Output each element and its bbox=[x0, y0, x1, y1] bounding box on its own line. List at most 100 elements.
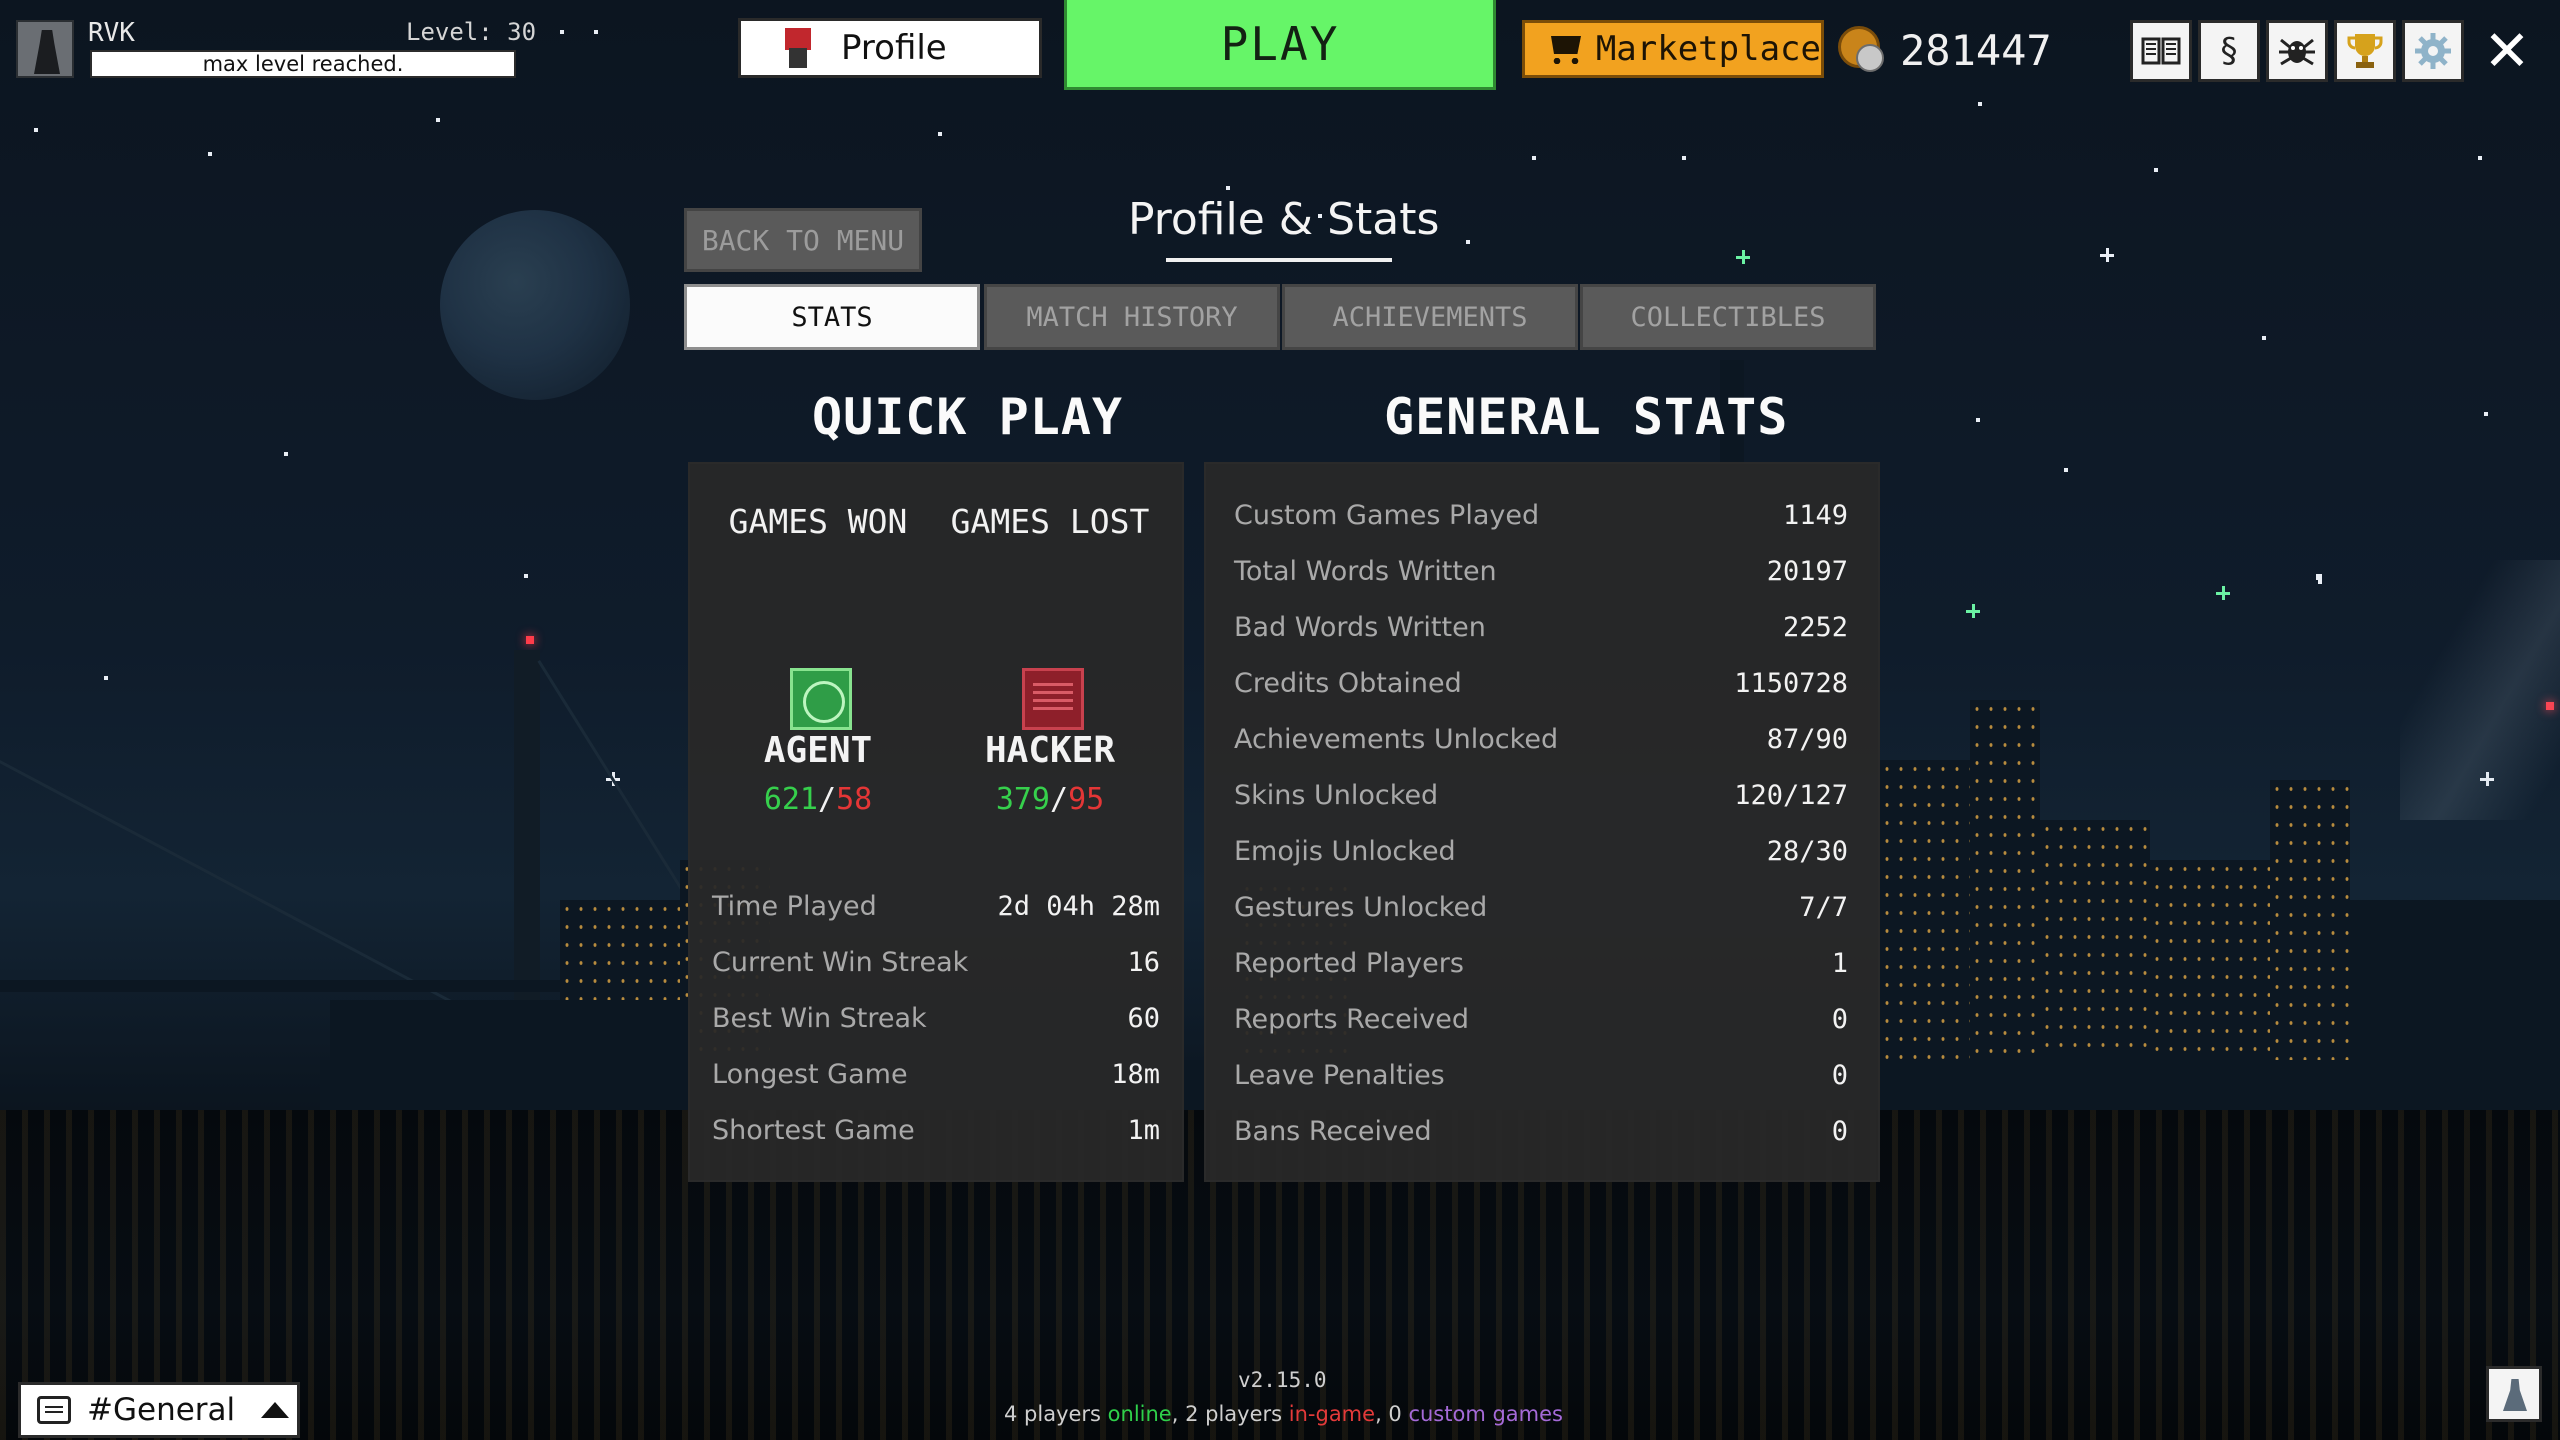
stat-value: 60 bbox=[1127, 1002, 1160, 1034]
online-status: 4 players online, 2 players in-game, 0 c… bbox=[1004, 1402, 1563, 1426]
agent-label: AGENT bbox=[763, 730, 873, 771]
stat-row: Reported Players 1 bbox=[1234, 935, 1848, 991]
tab-achievements[interactable]: ACHIEVEMENTS bbox=[1282, 284, 1578, 350]
profile-button[interactable]: Profile bbox=[738, 18, 1042, 78]
hacker-won: 379 bbox=[995, 782, 1050, 817]
general-stats-heading: GENERAL STATS bbox=[1384, 388, 1789, 446]
ingame-word: in-game bbox=[1288, 1402, 1376, 1426]
stat-label: Custom Games Played bbox=[1234, 499, 1540, 531]
stat-value: 1150728 bbox=[1734, 667, 1848, 699]
stat-label: Shortest Game bbox=[712, 1114, 915, 1146]
player-name: RVK bbox=[88, 18, 135, 48]
agent-lost: 58 bbox=[836, 782, 873, 817]
stat-value: 20197 bbox=[1766, 555, 1848, 587]
xp-bar: max level reached. bbox=[90, 50, 516, 78]
rules-icon[interactable]: § bbox=[2198, 20, 2260, 82]
close-icon[interactable]: ✕ bbox=[2476, 19, 2538, 84]
tab-match-history[interactable]: MATCH HISTORY bbox=[984, 284, 1280, 350]
stat-value: 0 bbox=[1831, 1115, 1848, 1147]
credits-coin-icon bbox=[1838, 26, 1886, 74]
stat-value: 2d 04h 28m bbox=[997, 890, 1160, 922]
stat-value: 16 bbox=[1127, 946, 1160, 978]
stat-value: 0 bbox=[1831, 1003, 1848, 1035]
games-lost-header: GAMES LOST bbox=[950, 502, 1150, 541]
hacker-lost: 95 bbox=[1068, 782, 1105, 817]
stat-label: Achievements Unlocked bbox=[1234, 723, 1559, 755]
online-word: online bbox=[1107, 1402, 1172, 1426]
stat-row: Bad Words Written 2252 bbox=[1234, 599, 1848, 655]
agent-icon bbox=[790, 668, 852, 730]
chat-icon bbox=[37, 1396, 71, 1424]
stat-row: Shortest Game 1m bbox=[712, 1102, 1160, 1158]
online-mid1: , 2 players bbox=[1171, 1402, 1289, 1426]
stat-label: Time Played bbox=[712, 890, 877, 922]
online-prefix: 4 players bbox=[1004, 1402, 1108, 1426]
hacker-label: HACKER bbox=[984, 730, 1116, 771]
cart-icon bbox=[1545, 32, 1582, 66]
play-button[interactable]: PLAY bbox=[1064, 0, 1496, 90]
version-label: v2.15.0 bbox=[1238, 1368, 1327, 1392]
page-title: Profile & Stats bbox=[1128, 194, 1440, 245]
stat-label: Bad Words Written bbox=[1234, 611, 1486, 643]
stat-value: 87/90 bbox=[1766, 723, 1848, 755]
book-icon[interactable] bbox=[2130, 20, 2192, 82]
stat-value: 120/127 bbox=[1734, 779, 1848, 811]
profile-icon bbox=[781, 28, 815, 68]
stat-row: Current Win Streak 16 bbox=[712, 934, 1160, 990]
chat-channel-label: #General bbox=[87, 1392, 236, 1428]
agent-won: 621 bbox=[763, 782, 818, 817]
stat-label: Reported Players bbox=[1234, 947, 1464, 979]
stat-value: 1149 bbox=[1782, 499, 1848, 531]
custom-games-word: custom games bbox=[1408, 1402, 1563, 1426]
stat-label: Best Win Streak bbox=[712, 1002, 927, 1034]
credits-amount: 281447 bbox=[1900, 26, 2052, 75]
bug-icon[interactable] bbox=[2266, 20, 2328, 82]
character-icon[interactable] bbox=[2486, 1366, 2542, 1422]
games-won-header: GAMES WON bbox=[728, 502, 908, 541]
general-stats-list: Custom Games Played 1149 Total Words Writ… bbox=[1234, 487, 1848, 1159]
moon bbox=[440, 210, 630, 400]
tab-stats[interactable]: STATS bbox=[684, 284, 980, 350]
stat-row: Gestures Unlocked 7/7 bbox=[1234, 879, 1848, 935]
player-avatar[interactable] bbox=[16, 20, 74, 78]
profile-button-label: Profile bbox=[841, 28, 947, 68]
stat-row: Best Win Streak 60 bbox=[712, 990, 1160, 1046]
stat-label: Current Win Streak bbox=[712, 946, 969, 978]
back-to-menu-button[interactable]: BACK TO MENU bbox=[684, 208, 922, 272]
stat-row: Credits Obtained 1150728 bbox=[1234, 655, 1848, 711]
stat-row: Emojis Unlocked 28/30 bbox=[1234, 823, 1848, 879]
marketplace-button[interactable]: Marketplace bbox=[1522, 20, 1824, 78]
stat-label: Emojis Unlocked bbox=[1234, 835, 1456, 867]
chevron-up-icon bbox=[261, 1402, 290, 1418]
stat-value: 1m bbox=[1127, 1114, 1160, 1146]
quick-play-stats: Time Played 2d 04h 28m Current Win Streak… bbox=[712, 878, 1160, 1158]
stat-row: Custom Games Played 1149 bbox=[1234, 487, 1848, 543]
agent-score: 621/58 bbox=[763, 782, 873, 817]
stat-label: Leave Penalties bbox=[1234, 1059, 1445, 1091]
online-mid2: , 0 bbox=[1375, 1402, 1409, 1426]
stat-label: Reports Received bbox=[1234, 1003, 1469, 1035]
stat-label: Skins Unlocked bbox=[1234, 779, 1439, 811]
stat-label: Gestures Unlocked bbox=[1234, 891, 1488, 923]
marketplace-button-label: Marketplace bbox=[1595, 29, 1821, 69]
stat-row: Leave Penalties 0 bbox=[1234, 1047, 1848, 1103]
stat-row: Time Played 2d 04h 28m bbox=[712, 878, 1160, 934]
stat-value: 7/7 bbox=[1799, 891, 1848, 923]
settings-icon[interactable] bbox=[2402, 20, 2464, 82]
chat-channel-button[interactable]: #General bbox=[18, 1382, 300, 1438]
stat-row: Total Words Written 20197 bbox=[1234, 543, 1848, 599]
stat-label: Longest Game bbox=[712, 1058, 908, 1090]
player-level: Level: 30 bbox=[406, 18, 537, 46]
stat-row: Longest Game 18m bbox=[712, 1046, 1160, 1102]
stat-value: 18m bbox=[1111, 1058, 1160, 1090]
stat-row: Skins Unlocked 120/127 bbox=[1234, 767, 1848, 823]
tab-collectibles[interactable]: COLLECTIBLES bbox=[1580, 284, 1876, 350]
stat-label: Total Words Written bbox=[1234, 555, 1497, 587]
hacker-score: 379/95 bbox=[995, 782, 1105, 817]
stat-label: Bans Received bbox=[1234, 1115, 1432, 1147]
stat-value: 1 bbox=[1831, 947, 1848, 979]
trophy-icon[interactable] bbox=[2334, 20, 2396, 82]
stat-row: Achievements Unlocked 87/90 bbox=[1234, 711, 1848, 767]
stat-value: 0 bbox=[1831, 1059, 1848, 1091]
quick-play-heading: QUICK PLAY bbox=[812, 388, 1124, 446]
